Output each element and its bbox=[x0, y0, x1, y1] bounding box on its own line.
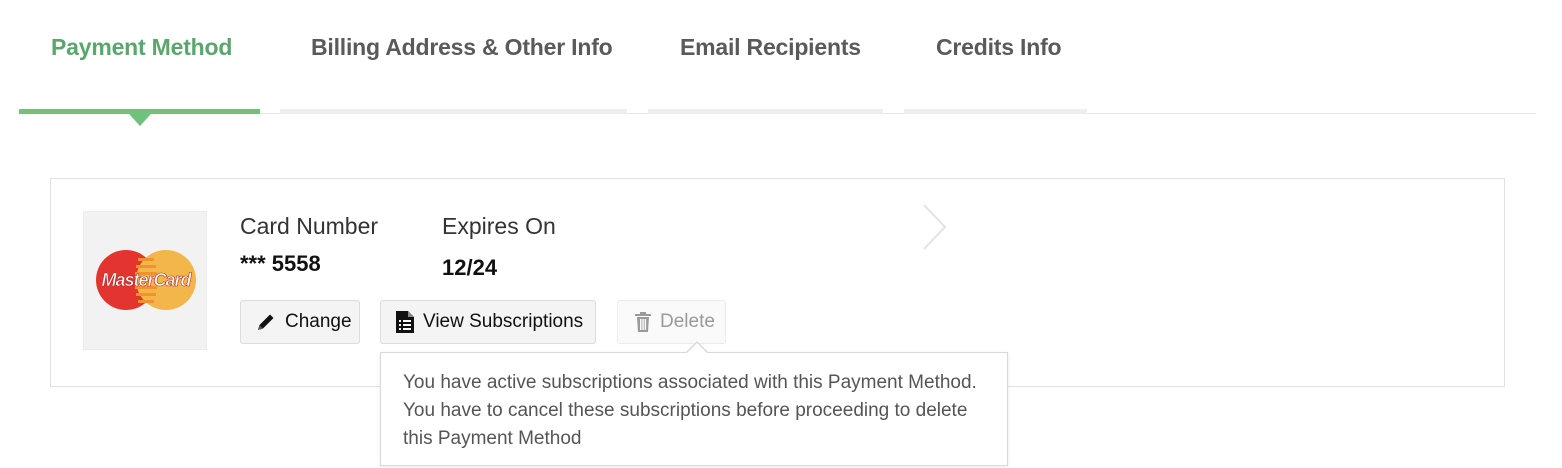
delete-button[interactable]: Delete bbox=[617, 300, 726, 344]
tab-email-recipients[interactable]: Email Recipients bbox=[680, 34, 861, 61]
trash-icon bbox=[634, 311, 652, 333]
tab-underline bbox=[648, 109, 883, 114]
tooltip-text: You have active subscriptions associated… bbox=[403, 372, 977, 449]
delete-label: Delete bbox=[660, 311, 715, 332]
tooltip-arrow-fill bbox=[687, 343, 707, 353]
pencil-icon bbox=[255, 311, 277, 333]
tab-billing-address[interactable]: Billing Address & Other Info bbox=[311, 34, 613, 61]
expires-on-label: Expires On bbox=[442, 213, 556, 239]
mastercard-logo-icon: MasterCard bbox=[96, 250, 196, 310]
active-tab-caret bbox=[129, 114, 151, 126]
tab-underline bbox=[280, 109, 627, 114]
expires-on-value: 12/24 bbox=[442, 255, 498, 280]
tab-underline bbox=[904, 109, 1087, 114]
document-list-icon bbox=[395, 310, 415, 334]
change-button[interactable]: Change bbox=[240, 300, 360, 344]
tab-payment-method[interactable]: Payment Method bbox=[51, 34, 232, 61]
view-subscriptions-label: View Subscriptions bbox=[423, 311, 584, 332]
view-subscriptions-button[interactable]: View Subscriptions bbox=[380, 300, 596, 344]
delete-disabled-tooltip: You have active subscriptions associated… bbox=[380, 352, 1008, 466]
tab-credits-info[interactable]: Credits Info bbox=[936, 34, 1062, 61]
change-label: Change bbox=[285, 311, 352, 332]
mastercard-logo: MasterCard bbox=[83, 211, 207, 350]
card-number-label: Card Number bbox=[240, 213, 379, 239]
chevron-right-icon bbox=[923, 204, 947, 250]
tab-bar: Payment Method Billing Address & Other I… bbox=[0, 0, 1562, 130]
svg-text:MasterCard: MasterCard bbox=[101, 270, 192, 290]
card-number-value: *** 5558 bbox=[240, 251, 321, 276]
